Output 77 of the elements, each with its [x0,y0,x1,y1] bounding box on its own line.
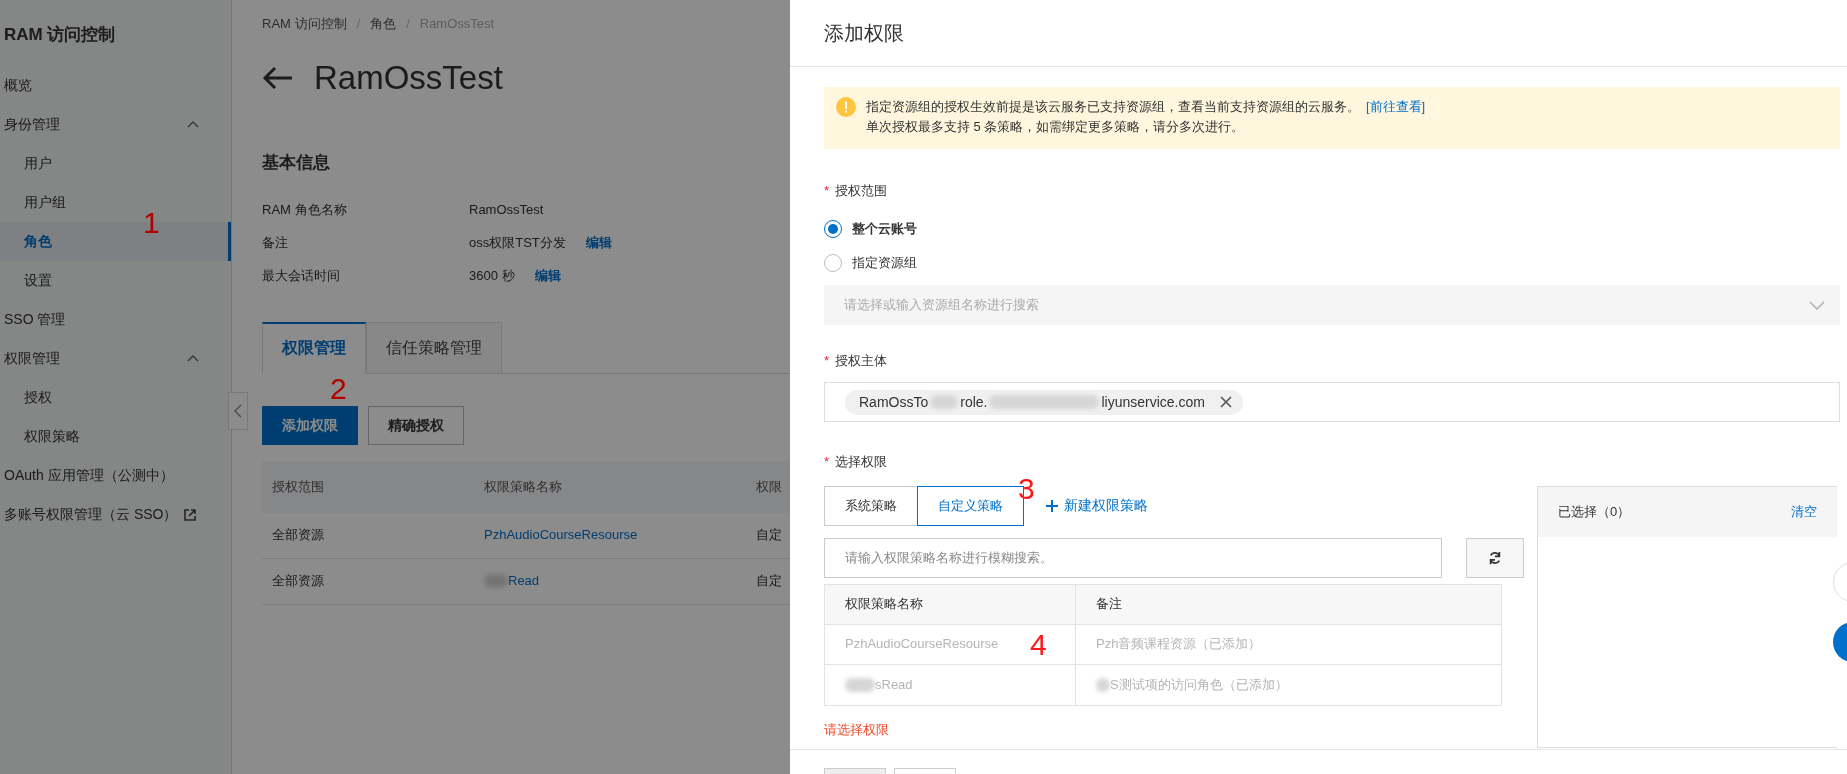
back-arrow-icon[interactable] [262,65,294,91]
annotation-number: 2 [330,374,347,404]
panel-title: 已选择（0） [1558,502,1631,521]
column-header: 备注 [1075,584,1501,624]
required-asterisk: * [824,182,830,200]
table-cell-text: 全部资源 [272,572,324,591]
breadcrumb-link[interactable]: 角色 [370,14,397,34]
field-label: 选择权限 [835,453,888,471]
field-value: oss权限TST分发 [469,233,566,252]
policy-link[interactable]: Read [508,571,540,591]
policy-link[interactable]: PzhAudioCourseResourse [484,525,638,545]
sidebar-title: RAM 访问控制 [3,24,117,46]
field-value: 3600 秒 [469,266,515,285]
table-cell-text: PzhAudioCourseResourse [845,635,999,654]
refresh-button[interactable] [1466,537,1524,578]
sidebar-item[interactable]: 概览 [0,66,231,105]
sidebar-item[interactable]: 用户 [0,144,231,183]
table-cell-text: 自定 [756,526,782,545]
table-cell-text: sRead [875,675,913,694]
search-field[interactable]: 请输入权限策略名称进行模糊搜索。 [824,537,1443,578]
blurred-text [1096,677,1110,692]
page-title: RamOssTest [314,58,503,99]
plus-icon [1046,499,1058,512]
table-cell-text: Pzh音频课程资源（已添加） [1096,635,1262,654]
tag-text: liyunservice.com [1101,392,1205,412]
edit-link[interactable]: 编辑 [585,232,612,253]
external-link-icon [183,507,198,522]
blurred-text [845,677,875,692]
action-button[interactable]: 添加权限 [262,405,358,445]
field-label: RAM 角色名称 [262,200,348,219]
drawer-title: 添加权限 [824,21,905,46]
sidebar-item[interactable]: OAuth 应用管理（公测中） [0,456,231,495]
tag-text: role. [960,392,988,412]
sidebar-item[interactable]: SSO 管理 [0,300,231,339]
tab[interactable]: 权限管理 [262,321,366,374]
table-cell-text: 自定 [756,572,782,591]
radio-option[interactable]: 整个云账号 [824,218,1840,239]
blurred-text [930,395,959,409]
collapse-handle[interactable] [228,392,248,430]
field-label: 备注 [262,233,289,252]
alert-link[interactable]: [前往查看] [1366,97,1426,117]
new-policy-link[interactable]: 新建权限策略 [1046,495,1148,516]
refresh-icon [1488,550,1503,565]
field-label: 授权主体 [835,351,888,370]
tag-text: RamOssTo [859,392,929,412]
warning-icon [836,97,856,117]
breadcrumb-link[interactable]: RAM 访问控制 [262,14,347,34]
field-value: RamOssTest [469,200,544,219]
clear-link[interactable]: 清空 [1791,501,1817,522]
breadcrumb-separator: / [406,15,410,34]
annotation-number: 4 [1030,630,1047,660]
close-icon[interactable] [1218,395,1233,409]
radio-option[interactable]: 指定资源组 [824,252,1840,273]
required-asterisk: * [824,453,830,471]
column-header: 授权范围 [271,477,325,496]
table-cell-text: S测试项的访问角色（已添加） [1110,675,1288,694]
breadcrumb-separator: / [356,15,361,34]
column-header: 权限 [755,477,783,496]
sidebar-item[interactable]: 身份管理 [0,105,231,144]
principal-field[interactable]: RamOssTo role. liyunservice.com [824,382,1840,422]
policy-tab[interactable]: 系统策略 [824,485,918,526]
sidebar-item[interactable]: 设置 [0,261,231,300]
edit-link[interactable]: 编辑 [534,265,561,286]
alert-text: 单次授权最多支持 5 条策略，如需绑定更多策略，请分多次进行。 [866,118,1246,136]
field-label: 授权范围 [835,182,888,200]
error-message: 请选择权限 [824,720,890,739]
column-header: 权限策略名称 [483,477,563,496]
field-label: 最大会话时间 [262,266,341,285]
column-header: 权限策略名称 [844,595,924,614]
alert-text: 指定资源组的授权生效前提是该云服务已支持资源组，查看当前支持资源组的云服务。 [866,98,1360,116]
action-button[interactable]: 精确授权 [368,405,464,445]
section-heading: 基本信息 [262,152,331,174]
sidebar-item[interactable]: 多账号权限管理（云 SSO） [0,495,231,534]
tab[interactable]: 信任策略管理 [366,321,502,374]
table-cell-text: 全部资源 [272,526,324,545]
required-asterisk: * [824,351,830,370]
sidebar-item[interactable]: 权限管理 [0,339,231,378]
